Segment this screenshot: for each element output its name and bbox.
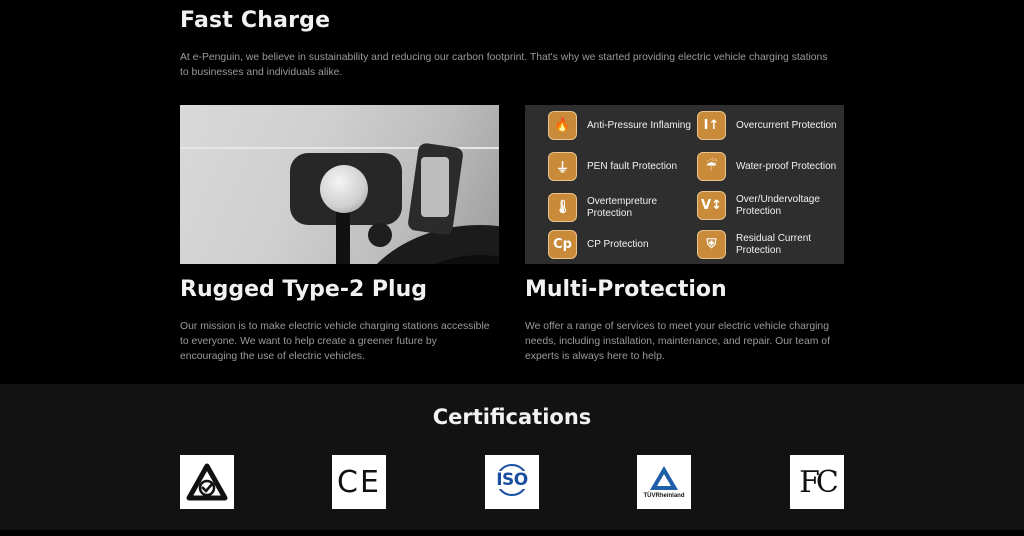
umbrella-icon: ☔	[697, 152, 726, 181]
protection-item: I↑ Overcurrent Protection	[697, 111, 841, 140]
protection-label: Over/Undervoltage Protection	[736, 193, 820, 217]
protection-item: 🌡 Overtempreture Protection	[548, 193, 692, 222]
rcm-mark-icon	[186, 463, 228, 501]
page-title: Fast Charge	[180, 8, 331, 33]
feature-text-protection: We offer a range of services to meet you…	[525, 321, 830, 362]
tuv-text: TÜVRheinland	[643, 493, 685, 499]
footer-edge	[0, 530, 1024, 536]
protection-label: CP Protection	[587, 238, 649, 250]
flame-icon: 🔥	[548, 111, 577, 140]
tuv-rheinland-logo: TÜVRheinland	[637, 455, 691, 509]
iso-emblem: ISO	[488, 462, 536, 502]
port-cap	[368, 223, 392, 247]
protection-label: Overcurrent Protection	[736, 119, 837, 131]
fcc-logo: FC	[790, 455, 844, 509]
protection-item: ☔ Water-proof Protection	[697, 152, 841, 181]
iso-mark: ISO	[488, 471, 536, 489]
current-icon: I↑	[697, 111, 726, 140]
protection-label: Overtempreture Protection	[587, 195, 658, 219]
protection-label: Anti-Pressure Inflaming	[587, 119, 691, 131]
tuv-emblem: TÜVRheinland	[643, 465, 685, 499]
iso-logo: ISO	[485, 455, 539, 509]
feature-text-plug: Our mission is to make electric vehicle …	[180, 321, 490, 362]
fcc-mark: FC	[799, 464, 839, 500]
ce-logo: CE	[332, 455, 386, 509]
protection-item: ⏚ PEN fault Protection	[548, 152, 692, 181]
intro-text: At e-Penguin, we believe in sustainabili…	[180, 52, 828, 78]
protection-label: PEN fault Protection	[587, 160, 678, 172]
protection-item: Cp CP Protection	[548, 230, 692, 259]
thermometer-icon: 🌡	[548, 193, 577, 222]
protection-item: V↕ Over/Undervoltage Protection	[697, 191, 841, 220]
cp-icon: Cp	[548, 230, 577, 259]
feature-title-protection: Multi-Protection	[525, 277, 727, 302]
ce-mark: CE	[337, 464, 381, 500]
tuv-triangle-icon	[649, 466, 678, 490]
shield-icon: ⛨	[697, 230, 726, 259]
protection-item: 🔥 Anti-Pressure Inflaming	[548, 111, 692, 140]
protection-panel: 🔥 Anti-Pressure Inflaming ⏚ PEN fault Pr…	[525, 105, 844, 264]
protection-item: ⛨ Residual Current Protection	[697, 230, 841, 259]
protection-label: Water-proof Protection	[736, 160, 837, 172]
fast-charge-section: Fast Charge At e-Penguin, we believe in …	[0, 0, 1024, 384]
feature-title-plug: Rugged Type-2 Plug	[180, 277, 428, 302]
type2-plug-photo	[180, 105, 499, 264]
rcm-logo	[180, 455, 234, 509]
ground-icon: ⏚	[548, 152, 577, 181]
type2-plug-head	[320, 165, 368, 213]
voltage-icon: V↕	[697, 191, 726, 220]
charge-port-flap-inner	[421, 157, 449, 217]
certifications-title: Certifications	[432, 405, 592, 429]
protection-label: Residual Current Protection	[736, 232, 812, 256]
certifications-section: Certifications CE ISO TÜVRheinland FC	[0, 384, 1024, 530]
